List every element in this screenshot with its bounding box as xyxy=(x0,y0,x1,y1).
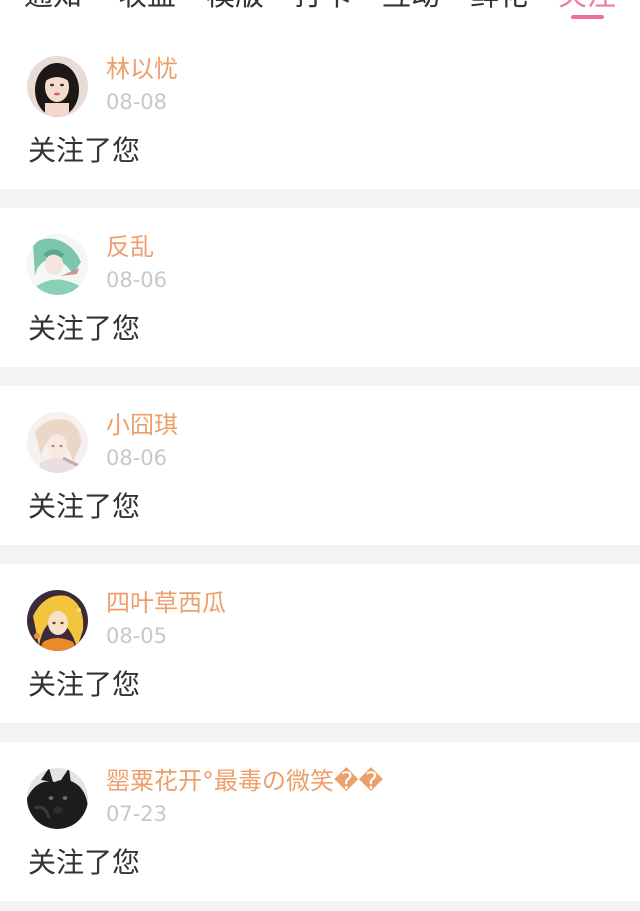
list-item[interactable]: 林以忧 08-08 关注了您 xyxy=(0,30,640,189)
notification-date: 08-08 xyxy=(106,90,168,114)
tab-templates[interactable]: 模版 xyxy=(206,0,264,12)
avatar-girl-dark-hair-icon[interactable] xyxy=(27,56,88,117)
username[interactable]: 反乱 xyxy=(106,232,154,262)
avatar-anime-yellow-icon[interactable] xyxy=(27,590,88,651)
username[interactable]: 小囧琪 xyxy=(106,410,178,440)
avatar-anime-light-icon[interactable] xyxy=(27,412,88,473)
notification-date: 08-06 xyxy=(106,268,168,292)
list-item[interactable]: 反乱 08-06 关注了您 xyxy=(0,208,640,367)
notification-message: 关注了您 xyxy=(28,312,141,345)
tab-follow[interactable]: 关注 xyxy=(558,0,616,12)
tab-earnings[interactable]: 收益 xyxy=(118,0,176,12)
notification-message: 关注了您 xyxy=(28,134,141,167)
tab-interaction[interactable]: 互动 xyxy=(382,0,440,12)
username[interactable]: 四叶草西瓜 xyxy=(106,588,226,618)
list-item[interactable]: 四叶草西瓜 08-05 关注了您 xyxy=(0,564,640,723)
notification-date: 08-05 xyxy=(106,624,168,648)
notification-list: 林以忧 08-08 关注了您 反乱 08-06 关注了您 小囧琪 08-06 关… xyxy=(0,30,640,911)
notification-date: 07-23 xyxy=(106,802,168,826)
list-item[interactable]: 小囧琪 08-06 关注了您 xyxy=(0,386,640,545)
list-item[interactable]: 罂粟花开°最毒の微笑�� 07-23 关注了您 xyxy=(0,742,640,901)
username[interactable]: 林以忧 xyxy=(106,54,178,84)
avatar-black-dog-icon[interactable] xyxy=(27,768,88,829)
tab-notice[interactable]: 通知 xyxy=(24,0,82,12)
notification-message: 关注了您 xyxy=(28,668,141,701)
tab-flowers[interactable]: 鲜花 xyxy=(470,0,528,12)
tab-checkin[interactable]: 打卡 xyxy=(294,0,352,12)
active-tab-indicator xyxy=(571,15,604,19)
notification-date: 08-06 xyxy=(106,446,168,470)
notification-message: 关注了您 xyxy=(28,490,141,523)
notification-message: 关注了您 xyxy=(28,846,141,879)
username[interactable]: 罂粟花开°最毒の微笑�� xyxy=(106,766,383,796)
follow-notifications-page: 通知 收益 模版 打卡 互动 鲜花 关注 林以忧 xyxy=(0,0,640,911)
avatar-anime-green-icon[interactable] xyxy=(27,234,88,295)
